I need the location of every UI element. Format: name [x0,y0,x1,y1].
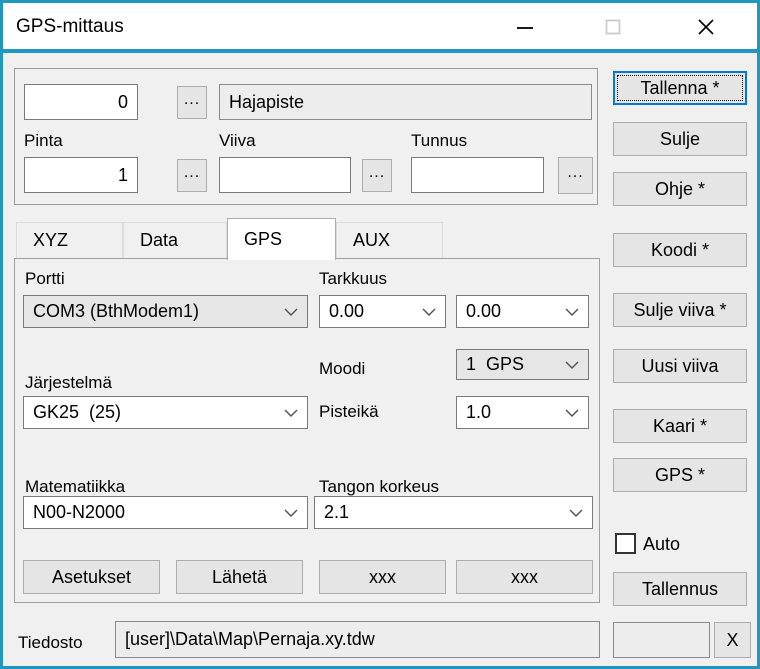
tunnus-browse-button[interactable]: ... [558,157,593,194]
pisteika-label: Pisteikä [319,402,379,422]
point-number-browse-button[interactable]: ... [177,86,207,119]
chevron-down-icon [565,409,579,417]
asetukset-button[interactable]: Asetukset [23,560,160,594]
maximize-button [588,6,638,48]
jarjestelma-combobox[interactable]: GK25 (25) [23,396,308,429]
gps-mittaus-dialog: GPS-mittaus 0 ... Hajapiste Pinta Viiva … [0,0,760,669]
tab-xyz[interactable]: XYZ [16,222,123,258]
tallenna-button[interactable]: Tallenna * [613,71,747,105]
pisteika-combobox[interactable]: 1.0 [456,396,589,429]
gps-button[interactable]: GPS * [613,458,747,492]
chevron-down-icon [422,308,436,316]
tangon-korkeus-combobox[interactable]: 2.1 [314,496,593,529]
tarkkuus-value-2: 0.00 [466,301,501,322]
chevron-down-icon [565,308,579,316]
tarkkuus-value-1: 0.00 [329,301,364,322]
tunnus-label: Tunnus [411,131,467,151]
tangon-korkeus-value: 2.1 [324,502,349,523]
kaari-button[interactable]: Kaari * [613,409,747,443]
maximize-icon [604,18,622,36]
sulje-button[interactable]: Sulje [613,122,747,156]
viiva-label: Viiva [219,131,256,151]
ohje-button[interactable]: Ohje * [613,172,747,206]
matematiikka-combobox[interactable]: N00-N2000 [23,496,308,529]
close-button[interactable] [681,6,731,48]
empty-status-field [613,622,710,658]
tangon-korkeus-label: Tangon korkeus [319,477,439,497]
moodi-label: Moodi [319,359,365,379]
portti-value: COM3 (BthModem1) [33,301,199,322]
jarjestelma-label: Järjestelmä [25,373,112,393]
chevron-down-icon [569,509,583,517]
pinta-browse-button[interactable]: ... [177,159,207,192]
portti-label: Portti [25,269,65,289]
xxx-button-2[interactable]: xxx [456,560,593,594]
minimize-icon [516,18,534,36]
file-path-field: [user]\Data\Map\Pernaja.xy.tdw [115,621,600,658]
x-close-file-button[interactable]: X [714,622,751,658]
title-bar: GPS-mittaus [3,3,757,53]
point-group: 0 ... Hajapiste Pinta Viiva Tunnus 1 ...… [14,68,598,205]
auto-checkbox[interactable] [615,533,636,554]
moodi-value: 1 GPS [466,354,524,375]
tab-data[interactable]: Data [123,222,227,258]
tiedosto-label: Tiedosto [18,633,83,653]
chevron-down-icon [284,509,298,517]
pinta-label: Pinta [24,131,63,151]
tallennus-button[interactable]: Tallennus [613,572,747,606]
close-icon [697,18,715,36]
pisteika-value: 1.0 [466,402,491,423]
uusi-viiva-button[interactable]: Uusi viiva [613,349,747,383]
chevron-down-icon [284,409,298,417]
gps-tab-panel: Portti COM3 (BthModem1) Tarkkuus 0.00 0.… [14,258,600,603]
tarkkuus-combobox-1[interactable]: 0.00 [319,295,446,328]
tab-gps[interactable]: GPS [227,218,336,260]
matematiikka-label: Matematiikka [25,477,125,497]
point-number-input[interactable]: 0 [24,84,138,120]
viiva-browse-button[interactable]: ... [362,159,392,192]
jarjestelma-value: GK25 (25) [33,402,121,423]
koodi-button[interactable]: Koodi * [613,233,747,267]
laheta-button[interactable]: Lähetä [176,560,303,594]
tarkkuus-label: Tarkkuus [319,269,387,289]
pinta-input[interactable]: 1 [24,157,138,193]
auto-checkbox-label: Auto [643,534,680,555]
point-name-field: Hajapiste [219,84,592,120]
matematiikka-value: N00-N2000 [33,502,125,523]
window-title: GPS-mittaus [16,16,124,38]
moodi-combobox[interactable]: 1 GPS [456,349,589,380]
portti-combobox[interactable]: COM3 (BthModem1) [23,295,308,328]
minimize-button[interactable] [500,6,550,48]
tab-aux[interactable]: AUX [336,222,443,258]
chevron-down-icon [284,308,298,316]
tarkkuus-combobox-2[interactable]: 0.00 [456,295,589,328]
xxx-button-1[interactable]: xxx [319,560,446,594]
sulje-viiva-button[interactable]: Sulje viiva * [613,293,747,327]
viiva-input[interactable] [219,157,351,193]
chevron-down-icon [565,361,579,369]
tunnus-input[interactable] [411,157,544,193]
